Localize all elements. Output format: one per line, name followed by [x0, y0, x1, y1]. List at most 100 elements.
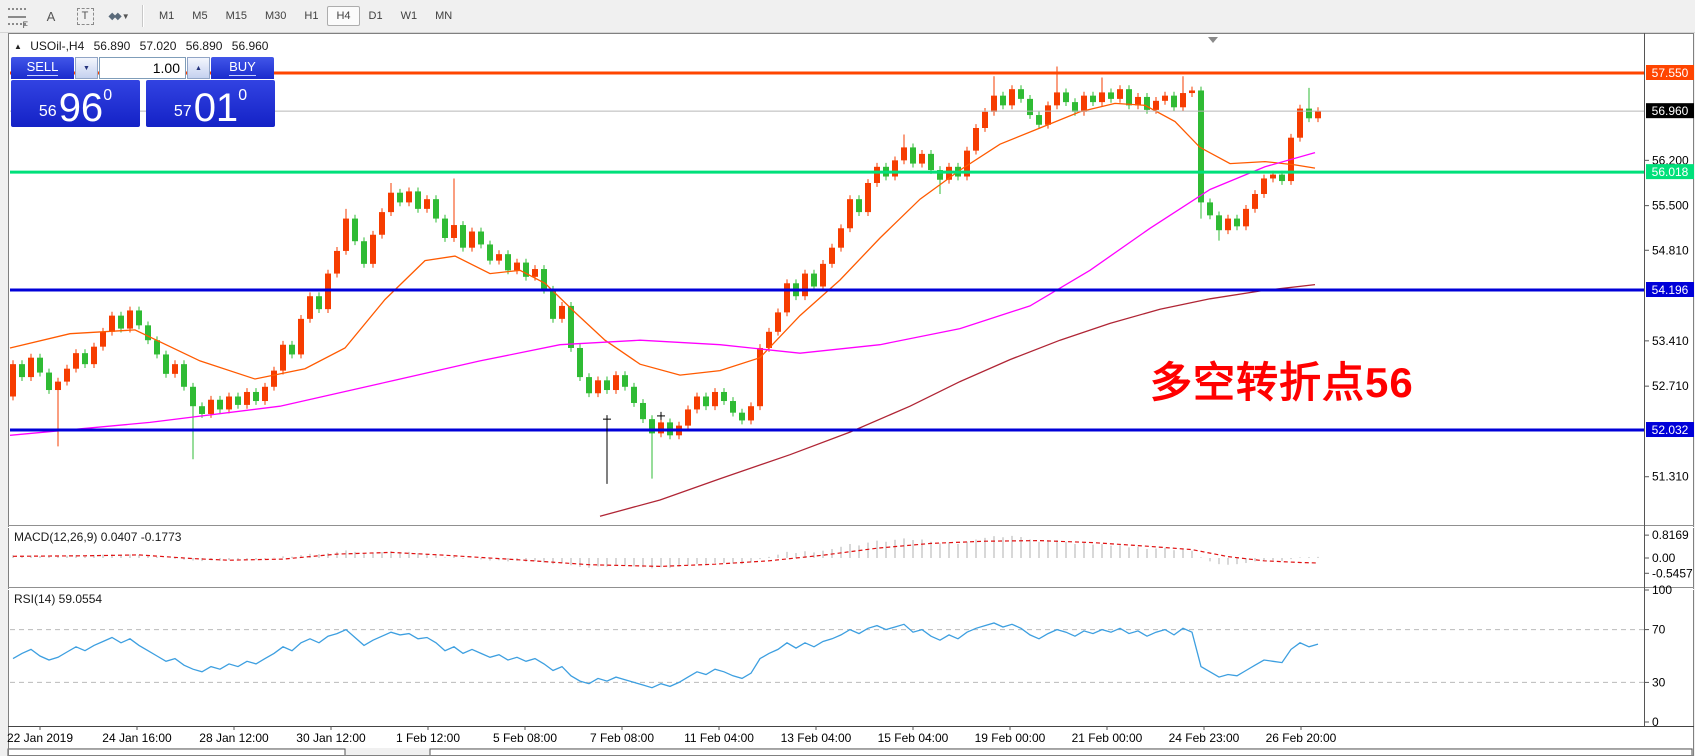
candle-body: [226, 397, 232, 410]
indicator-grid-icon[interactable]: F: [4, 5, 30, 27]
candle-body: [658, 422, 664, 433]
candle-body: [1072, 102, 1078, 112]
timeframe-button-m15[interactable]: M15: [217, 6, 256, 26]
candle-body: [901, 147, 907, 160]
time-axis-label: 22 Jan 2019: [7, 731, 73, 745]
candle-body: [10, 364, 16, 396]
candle-body: [541, 269, 547, 290]
candle-body: [73, 353, 79, 369]
chevron-down-icon: ▼: [122, 12, 130, 21]
candle-body: [289, 345, 295, 355]
rsi-axis-label: 100: [1652, 583, 1672, 597]
timeframe-button-m30[interactable]: M30: [256, 6, 295, 26]
timeframe-button-h1[interactable]: H1: [295, 6, 327, 26]
timeframe-button-m1[interactable]: M1: [150, 6, 183, 26]
candle-body: [199, 406, 205, 414]
candle-body: [928, 154, 934, 170]
candle-body: [595, 380, 601, 393]
candle-body: [343, 219, 349, 251]
candle-body: [451, 225, 457, 238]
candle-body: [865, 183, 871, 212]
candle-body: [919, 154, 925, 164]
ohlc-high: 57.020: [140, 39, 177, 53]
volume-decrease-button[interactable]: ▼: [75, 57, 98, 79]
macd-axis-label: 0.8169: [1652, 528, 1689, 542]
candle-body: [874, 167, 880, 183]
candle-body: [1234, 219, 1240, 227]
candle-body: [847, 199, 853, 228]
time-axis-label: 21 Feb 00:00: [1072, 731, 1143, 745]
candle-body: [91, 347, 97, 364]
rsi-axis-label: 70: [1652, 623, 1666, 637]
candle-body: [64, 369, 70, 382]
candle-body: [19, 364, 25, 377]
bottom-window-tab-right: [430, 749, 1692, 756]
candle-body: [1279, 175, 1285, 181]
time-axis-label: 1 Feb 12:00: [396, 731, 460, 745]
candle-body: [262, 387, 268, 401]
objects-icon[interactable]: ◆◆ ▼: [106, 5, 132, 27]
candle-body: [37, 358, 43, 373]
macd-axis-label: -0.5457: [1652, 566, 1693, 580]
buy-price-small: 57: [174, 103, 192, 121]
candle-body: [559, 306, 565, 319]
text-box-icon[interactable]: T: [72, 5, 98, 27]
buy-price-box[interactable]: 57 01 0: [146, 80, 275, 127]
chart-background: [8, 33, 1694, 748]
candle-body: [586, 377, 592, 393]
candle-body: [1180, 93, 1186, 107]
sell-button[interactable]: SELL: [11, 57, 74, 79]
candle-body: [784, 283, 790, 312]
candle-body: [694, 397, 700, 410]
timeframe-button-w1[interactable]: W1: [392, 6, 427, 26]
timeframe-button-d1[interactable]: D1: [360, 6, 392, 26]
candle-body: [838, 228, 844, 247]
timeframe-button-m5[interactable]: M5: [183, 6, 216, 26]
candle-body: [1171, 96, 1177, 108]
candle-body: [1297, 109, 1303, 138]
price-badge-label: 52.032: [1652, 423, 1689, 437]
time-axis-label: 19 Feb 00:00: [975, 731, 1046, 745]
candle-body: [280, 345, 286, 371]
candle-body: [1027, 99, 1033, 115]
time-axis-label: 5 Feb 08:00: [493, 731, 557, 745]
candle-body: [478, 232, 484, 245]
candle-body: [190, 387, 196, 406]
candle-body: [1216, 215, 1222, 230]
candle-body: [802, 274, 808, 297]
one-click-trade-panel: SELL ▼ ▲ BUY 56 96 0 57 01 0: [11, 57, 275, 127]
candle-body: [154, 340, 160, 354]
candle-body: [703, 397, 709, 407]
volume-input[interactable]: [99, 57, 186, 79]
buy-price-big: 01: [194, 92, 239, 125]
time-axis-label: 26 Feb 20:00: [1266, 731, 1337, 745]
collapse-panel-icon[interactable]: ▲: [14, 42, 22, 51]
chart-title-bar: ▲ USOil-,H4 56.890 57.020 56.890 56.960: [14, 39, 274, 53]
candle-body: [361, 241, 367, 264]
candle-body: [415, 191, 421, 208]
time-axis-label: 7 Feb 08:00: [590, 731, 654, 745]
candle-body: [685, 409, 691, 425]
candle-body: [127, 310, 133, 328]
time-axis-label: 24 Feb 23:00: [1169, 731, 1240, 745]
candle-body: [577, 348, 583, 377]
candle-body: [730, 401, 736, 413]
volume-increase-button[interactable]: ▲: [187, 57, 210, 79]
candle-body: [424, 199, 430, 209]
candle-body: [973, 128, 979, 151]
candle-body: [991, 96, 997, 112]
sell-price-box[interactable]: 56 96 0: [11, 80, 140, 127]
candle-body: [811, 274, 817, 287]
price-badge-label: 56.018: [1652, 165, 1689, 179]
timeframe-button-mn[interactable]: MN: [426, 6, 461, 26]
price-axis-label: 54.810: [1652, 243, 1689, 257]
candle-body: [460, 225, 466, 248]
rsi-axis-label: 30: [1652, 675, 1666, 689]
candle-body: [1000, 96, 1006, 106]
macd-axis-label: 0.00: [1652, 551, 1676, 565]
sell-price-sup: 0: [103, 87, 112, 105]
timeframe-button-h4[interactable]: H4: [327, 6, 359, 26]
candle-body: [1009, 89, 1015, 105]
text-label-icon[interactable]: A: [38, 5, 64, 27]
buy-button[interactable]: BUY: [211, 57, 274, 79]
